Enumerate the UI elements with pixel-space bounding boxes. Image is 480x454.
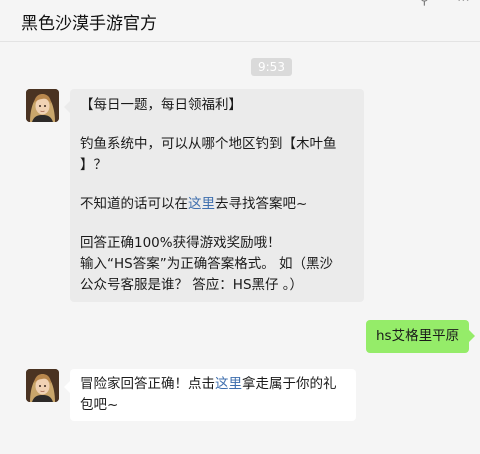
quiz-hint: 不知道的话可以在这里去寻找答案吧~ (80, 194, 354, 215)
header-actions: ⚲ ⋯ (419, 0, 470, 7)
sender-avatar[interactable] (26, 369, 59, 402)
quiz-question-line2: 】？ (80, 157, 107, 173)
sender-avatar[interactable] (26, 89, 59, 122)
quiz-hint-suffix: 去寻找答案吧~ (215, 196, 308, 212)
quiz-format-line1: 输入“HS答案”为正确答案格式。 如（黑沙 (80, 256, 333, 272)
pin-icon[interactable]: ⚲ (419, 0, 429, 7)
reward-link[interactable]: 这里 (215, 376, 242, 392)
message-timestamp: 9:53 (251, 58, 292, 76)
quiz-reward: 回答正确100%获得游戏奖励哦！ (80, 235, 281, 251)
message-bubble-user-answer: hs艾格里平原 (366, 320, 476, 353)
chat-header: 黑色沙漠手游官方 ⚲ ⋯ (0, 0, 480, 42)
user-answer-text: hs艾格里平原 (376, 328, 460, 344)
quiz-hint-prefix: 不知道的话可以在 (80, 196, 188, 212)
message-bubble-correct-answer: 冒险家回答正确！点击这里拿走属于你的礼 包吧~ (64, 369, 356, 421)
answer-link[interactable]: 这里 (188, 196, 215, 212)
reward-line2: 包吧~ (80, 397, 119, 413)
quiz-heading: 【每日一题，每日领福利】 (80, 97, 242, 113)
chat-title: 黑色沙漠手游官方 (21, 14, 157, 34)
reward-line1: 冒险家回答正确！点击这里拿走属于你的礼 (80, 374, 346, 395)
quiz-format-line2: 公众号客服是谁？ 答应：HS黑仔 。） (80, 277, 304, 293)
reward-text-suffix: 拿走属于你的礼 (242, 376, 337, 392)
more-icon[interactable]: ⋯ (457, 0, 470, 7)
message-bubble-daily-quiz: 【每日一题，每日领福利】 钓鱼系统中，可以从哪个地区钓到【木叶鱼 】？ 不知道的… (64, 89, 364, 302)
reward-text-prefix: 冒险家回答正确！点击 (80, 376, 215, 392)
quiz-question-line1: 钓鱼系统中，可以从哪个地区钓到【木叶鱼 (80, 136, 337, 152)
